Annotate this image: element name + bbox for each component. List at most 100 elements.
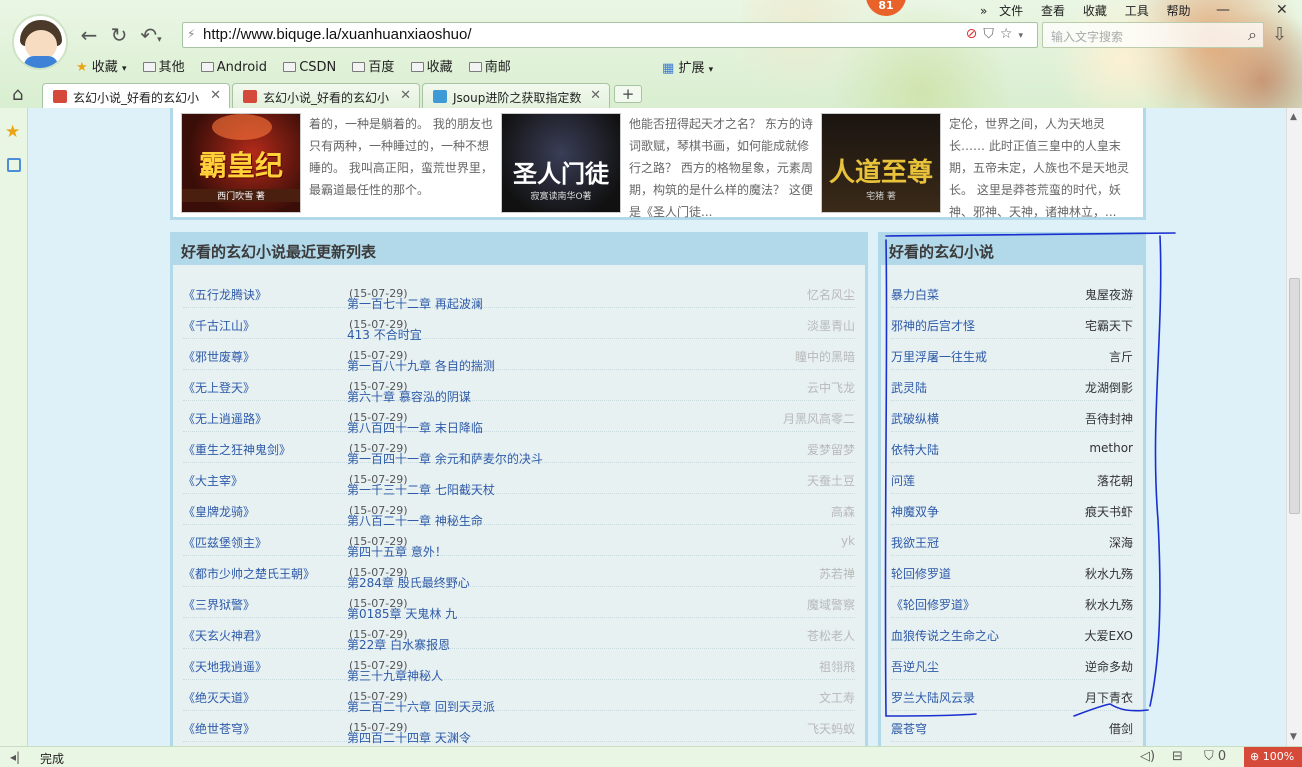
book-title-link[interactable]: 神魔双争: [891, 503, 939, 520]
url-text[interactable]: http://www.biquge.la/xuanhuanxiaoshuo/: [203, 26, 472, 43]
tab-1[interactable]: 玄幻小说_好看的玄幻小 ✕: [42, 83, 230, 108]
menu-view[interactable]: 查看: [1041, 4, 1065, 18]
chapter-link[interactable]: 第一百八十九章 各自的揣测 (15-07-29): [347, 348, 495, 373]
back-arrow-icon[interactable]: ←: [76, 22, 102, 48]
panel-toggle-icon[interactable]: ◂|: [10, 750, 20, 764]
featured-book[interactable]: 人道至尊 宅猪 著 定伦，世界之间，人为天地灵长…… 此时正值三皇中的人皇末期，…: [821, 113, 1137, 219]
favorites-menu[interactable]: ★ 收藏 ▾: [76, 56, 126, 75]
book-cover[interactable]: 霸皇纪 西门吹雪 著: [181, 113, 301, 213]
book-title-link[interactable]: 万里浮屠一往生戒: [891, 348, 987, 365]
bookmark-folder[interactable]: Android: [200, 60, 267, 75]
close-tab-icon[interactable]: ✕: [400, 88, 411, 103]
chapter-link[interactable]: 第六十章 慕容泓的阴谋 (15-07-29): [347, 379, 471, 404]
chapter-link[interactable]: 第一千三十二章 七阳截天杖 (15-07-29): [347, 472, 495, 497]
book-title-link[interactable]: 《轮回修罗道》: [891, 596, 975, 613]
chapter-link[interactable]: 第八百四十一章 末日降临 (15-07-29): [347, 410, 483, 435]
list-item: 暴力白菜 鬼屋夜游: [891, 277, 1133, 308]
book-title-link[interactable]: 《无上登天》: [183, 379, 255, 396]
chapter-link[interactable]: 第三十九章神秘人 (15-07-29): [347, 658, 443, 683]
bookmark-folder[interactable]: 其他: [142, 56, 185, 75]
search-icon[interactable]: ⌕: [1248, 25, 1257, 45]
chapter-link[interactable]: 第0185章 天鬼林 九 (15-07-29): [347, 596, 457, 621]
book-title-link[interactable]: 《天玄火神君》: [183, 627, 267, 644]
address-bar[interactable]: ⚡ http://www.biquge.la/xuanhuanxiaoshuo/…: [182, 22, 1038, 48]
table-row: 《邪世废尊》 第一百八十九章 各自的揣测 (15-07-29) 瞳中的黑暗: [183, 339, 855, 373]
bookmark-folder[interactable]: 收藏: [410, 56, 453, 75]
zoom-level[interactable]: ⊕ 100%: [1244, 747, 1302, 767]
book-title-link[interactable]: 罗兰大陆风云录: [891, 689, 975, 706]
chapter-link[interactable]: 413 不合时宜 (15-07-29): [347, 317, 422, 342]
book-title-link[interactable]: 《绝世苍穹》: [183, 720, 255, 737]
book-title-link[interactable]: 依特大陆: [891, 441, 939, 458]
home-icon[interactable]: ⌂: [12, 84, 23, 105]
close-tab-icon[interactable]: ✕: [590, 88, 601, 103]
favorites-star-icon[interactable]: ★: [5, 122, 20, 142]
lock-icon[interactable]: ⊟: [1172, 749, 1183, 764]
volume-icon[interactable]: ◁): [1140, 749, 1155, 764]
book-title-link[interactable]: 《天地我逍遥》: [183, 658, 267, 675]
chapter-link[interactable]: 第22章 白水寨报恩 (15-07-29): [347, 627, 450, 652]
book-title-link[interactable]: 《皇牌龙骑》: [183, 503, 255, 520]
bookmark-folder[interactable]: 百度: [352, 56, 394, 75]
new-tab-button[interactable]: +: [614, 85, 642, 103]
book-title-link[interactable]: 邪神的后宫才怪: [891, 317, 975, 334]
scroll-up-icon[interactable]: ▲: [1290, 112, 1297, 122]
extensions-menu[interactable]: ▦ 扩展 ▾: [662, 57, 713, 76]
menu-help[interactable]: 帮助: [1167, 4, 1191, 18]
notification-badge[interactable]: 81: [866, 0, 906, 16]
book-title-link[interactable]: 问莲: [891, 472, 915, 489]
book-title-link[interactable]: 我欲王冠: [891, 534, 939, 551]
book-title-link[interactable]: 《邪世废尊》: [183, 348, 255, 365]
book-title-link[interactable]: 《绝灭天道》: [183, 689, 255, 706]
user-avatar[interactable]: [12, 14, 68, 70]
search-box[interactable]: 输入文字搜索 ⌕: [1042, 22, 1264, 48]
book-title-link[interactable]: 暴力白菜: [891, 286, 939, 303]
book-title-link[interactable]: 武破纵横: [891, 410, 939, 427]
scroll-down-icon[interactable]: ▼: [1290, 732, 1297, 742]
chapter-link[interactable]: 第八百二十一章 神秘生命 (15-07-29): [347, 503, 483, 528]
tab-3[interactable]: Jsoup进阶之获取指定数 ✕: [422, 83, 610, 108]
book-title-link[interactable]: 《三界狱警》: [183, 596, 255, 613]
scroll-thumb[interactable]: [1289, 278, 1300, 514]
undo-icon[interactable]: ↶▾: [138, 22, 164, 48]
chapter-link[interactable]: 第四十五章 意外！ (15-07-29): [347, 534, 447, 559]
book-title-link[interactable]: 震苍穹: [891, 720, 927, 737]
table-row: 《天地我逍遥》 第三十九章神秘人 (15-07-29) 祖翎飛: [183, 649, 855, 683]
book-title-link[interactable]: 《都市少帅之楚氏王朝》: [183, 565, 315, 582]
menu-favorites[interactable]: 收藏: [1083, 4, 1107, 18]
featured-book[interactable]: 圣人门徒 寂寞读南华O著 他能否扭得起天才之名？ 东方的诗词歌赋，琴棋书画，如何…: [501, 113, 817, 219]
bookmark-folder[interactable]: 南邮: [468, 56, 511, 75]
book-title-link[interactable]: 轮回修罗道: [891, 565, 951, 582]
book-cover[interactable]: 人道至尊 宅猪 著: [821, 113, 941, 213]
book-title-link[interactable]: 《五行龙腾诀》: [183, 286, 267, 303]
download-icon[interactable]: ⇩: [1272, 24, 1287, 45]
bookmark-folder[interactable]: CSDN: [283, 60, 336, 75]
refresh-icon[interactable]: ↻: [106, 22, 132, 48]
book-title-link[interactable]: 血狼传说之生命之心: [891, 627, 999, 644]
page-scrollbar[interactable]: ▲ ▼: [1286, 108, 1302, 746]
chapter-link[interactable]: 第二百二十六章 回到天灵派 (15-07-29): [347, 689, 495, 714]
minimize-icon[interactable]: —: [1216, 2, 1230, 18]
chapter-link[interactable]: 第一百七十二章 再起波澜 (15-07-29): [347, 286, 483, 311]
close-tab-icon[interactable]: ✕: [210, 88, 221, 103]
book-title-link[interactable]: 《千古江山》: [183, 317, 255, 334]
featured-book[interactable]: 霸皇纪 西门吹雪 著 着的，一种是躺着的。 我的朋友也只有两种，一种睡过的，一种…: [181, 113, 497, 217]
chapter-link[interactable]: 第一百四十一章 余元和萨麦尔的决斗 (15-07-29): [347, 441, 543, 466]
menu-overflow-icon[interactable]: »: [980, 4, 987, 18]
book-title-link[interactable]: 《无上逍遥路》: [183, 410, 267, 427]
book-title-link[interactable]: 《大主宰》: [183, 472, 243, 489]
window-icon[interactable]: [7, 158, 21, 172]
menu-tools[interactable]: 工具: [1125, 4, 1149, 18]
close-window-icon[interactable]: ✕: [1276, 2, 1288, 18]
menu-file[interactable]: 文件: [999, 4, 1023, 18]
book-title-link[interactable]: 武灵陆: [891, 379, 927, 396]
shield-icon[interactable]: ⛉ 0: [1204, 749, 1226, 764]
book-title-link[interactable]: 《重生之狂神鬼剑》: [183, 441, 291, 458]
book-title-link[interactable]: 吾逆凡尘: [891, 658, 939, 675]
tab-2[interactable]: 玄幻小说_好看的玄幻小 ✕: [232, 83, 420, 108]
book-cover[interactable]: 圣人门徒 寂寞读南华O著: [501, 113, 621, 213]
book-title-link[interactable]: 《匹兹堡领主》: [183, 534, 267, 551]
address-actions[interactable]: ⊘⛉☆▾: [966, 26, 1029, 42]
chapter-link[interactable]: 第284章 殷氏最终野心 (15-07-29): [347, 565, 470, 590]
chapter-link[interactable]: 第四百二十四章 天渊令 (15-07-29): [347, 720, 471, 745]
